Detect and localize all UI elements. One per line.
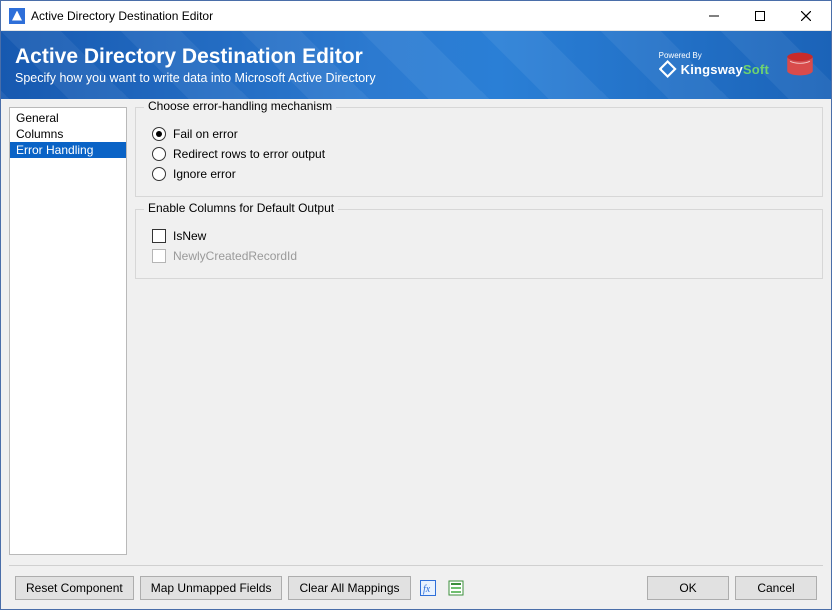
sqlserver-logo-icon — [783, 47, 817, 84]
kingsway-text: KingswaySoft — [681, 62, 769, 77]
error-handling-group: Choose error-handling mechanism Fail on … — [135, 107, 823, 197]
clear-all-mappings-button[interactable]: Clear All Mappings — [288, 576, 410, 600]
radio-redirect-rows[interactable]: Redirect rows to error output — [152, 144, 810, 164]
header-texts: Active Directory Destination Editor Spec… — [15, 45, 376, 85]
radio-label: Fail on error — [173, 127, 238, 141]
footer-bar: Reset Component Map Unmapped Fields Clea… — [9, 565, 823, 609]
brand-part-b: Soft — [743, 62, 769, 77]
svg-text:fx: fx — [423, 584, 431, 595]
default-output-group: Enable Columns for Default Output IsNew … — [135, 209, 823, 279]
fx-icon: fx — [420, 580, 436, 596]
header-band: Active Directory Destination Editor Spec… — [1, 31, 831, 99]
kingsway-mark-icon — [659, 60, 677, 78]
checkbox-isnew[interactable]: IsNew — [152, 226, 810, 246]
properties-icon — [448, 580, 464, 596]
radio-icon — [152, 127, 166, 141]
error-handling-group-title: Choose error-handling mechanism — [144, 99, 336, 113]
radio-icon — [152, 167, 166, 181]
radio-fail-on-error[interactable]: Fail on error — [152, 124, 810, 144]
kingswaysoft-logo: Powered By KingswaySoft — [659, 52, 769, 78]
checkbox-icon — [152, 229, 166, 243]
radio-icon — [152, 147, 166, 161]
default-output-group-title: Enable Columns for Default Output — [144, 201, 338, 215]
window-controls — [691, 1, 829, 31]
title-bar: Active Directory Destination Editor — [1, 1, 831, 31]
checkbox-newlycreatedrecordid: NewlyCreatedRecordId — [152, 246, 810, 266]
nav-list[interactable]: General Columns Error Handling — [9, 107, 127, 555]
app-icon — [9, 8, 25, 24]
nav-item-general[interactable]: General — [10, 110, 126, 126]
main-row: General Columns Error Handling Choose er… — [9, 107, 823, 555]
checkbox-label: IsNew — [173, 229, 206, 243]
content-pane: Choose error-handling mechanism Fail on … — [135, 107, 823, 555]
radio-ignore-error[interactable]: Ignore error — [152, 164, 810, 184]
reset-component-button[interactable]: Reset Component — [15, 576, 134, 600]
header-right: Powered By KingswaySoft — [659, 47, 817, 84]
nav-item-error-handling[interactable]: Error Handling — [10, 142, 126, 158]
ok-button[interactable]: OK — [647, 576, 729, 600]
main-area: General Columns Error Handling Choose er… — [1, 99, 831, 609]
expression-editor-button[interactable]: fx — [417, 577, 439, 599]
powered-by-label: Powered By — [659, 52, 769, 60]
window-title: Active Directory Destination Editor — [31, 9, 691, 23]
maximize-button[interactable] — [737, 1, 783, 31]
cancel-button[interactable]: Cancel — [735, 576, 817, 600]
close-icon — [801, 11, 811, 21]
close-button[interactable] — [783, 1, 829, 31]
minimize-icon — [709, 11, 719, 21]
window-root: Active Directory Destination Editor Acti… — [0, 0, 832, 610]
radio-label: Redirect rows to error output — [173, 147, 325, 161]
properties-button[interactable] — [445, 577, 467, 599]
minimize-button[interactable] — [691, 1, 737, 31]
radio-label: Ignore error — [173, 167, 236, 181]
map-unmapped-fields-button[interactable]: Map Unmapped Fields — [140, 576, 283, 600]
header-heading: Active Directory Destination Editor — [15, 45, 376, 69]
checkbox-icon — [152, 249, 166, 263]
checkbox-label: NewlyCreatedRecordId — [173, 249, 297, 263]
header-subheading: Specify how you want to write data into … — [15, 71, 376, 85]
brand-part-a: Kingsway — [681, 62, 743, 77]
nav-item-columns[interactable]: Columns — [10, 126, 126, 142]
maximize-icon — [755, 11, 765, 21]
